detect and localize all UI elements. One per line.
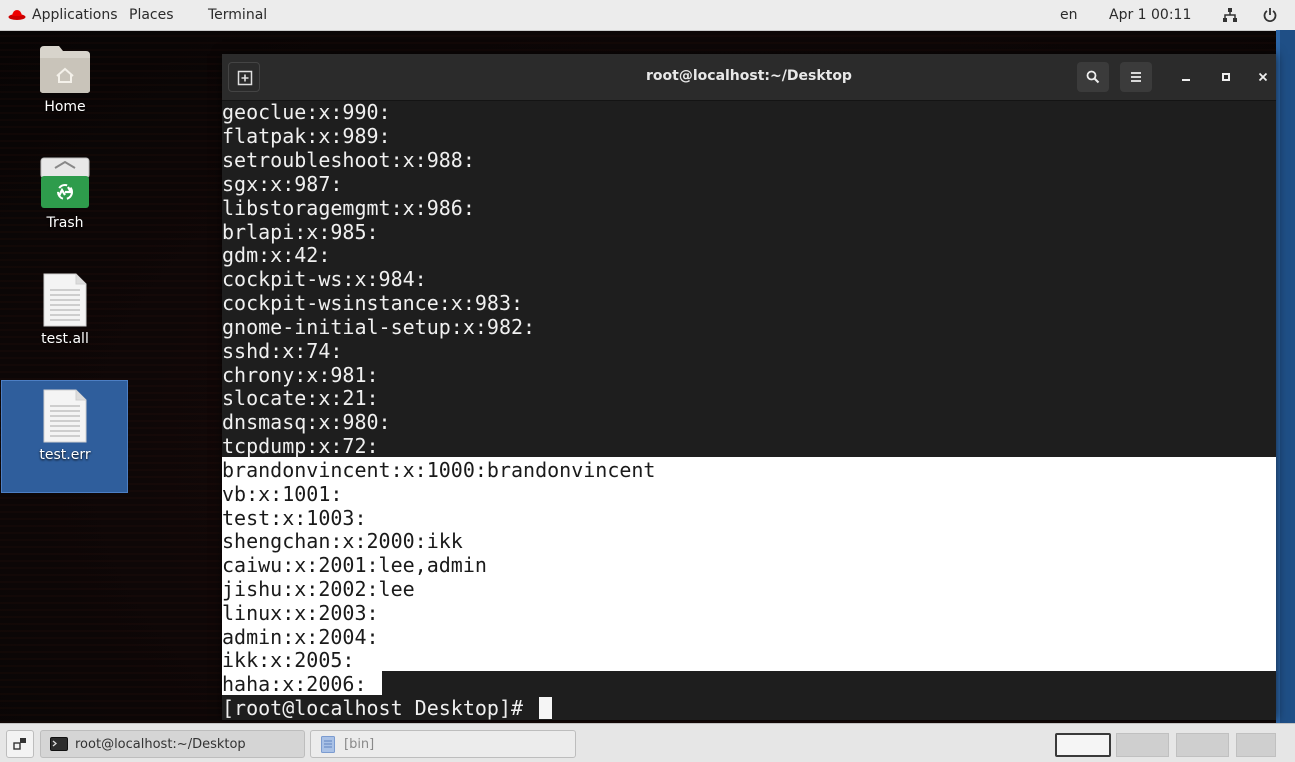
output-line: sgx:x:987: <box>222 172 343 196</box>
network-icon[interactable] <box>1222 7 1238 23</box>
workspace-1[interactable] <box>1055 733 1111 757</box>
output-line: cockpit-wsinstance:x:983: <box>222 291 524 315</box>
background-window-edge <box>1276 30 1295 723</box>
output-line: libstoragemgmt:x:986: <box>222 196 475 220</box>
output-line: dnsmasq:x:980: <box>222 410 391 434</box>
desktop-icon-trash[interactable]: Trash <box>1 153 129 243</box>
output-line: gnome-initial-setup:x:982: <box>222 315 536 339</box>
shell-prompt: [root@localhost Desktop]# <box>222 696 536 720</box>
output-line: slocate:x:21: <box>222 386 379 410</box>
taskbar-item-bin[interactable]: [bin] <box>310 730 576 758</box>
desktop-icon-test-all[interactable]: test.all <box>1 270 129 360</box>
menu-button[interactable] <box>1120 62 1152 92</box>
power-icon[interactable] <box>1263 7 1277 23</box>
terminal-output[interactable]: geoclue:x:990: flatpak:x:989: setroubles… <box>222 100 1276 720</box>
hamburger-menu-icon <box>1131 72 1141 82</box>
places-menu[interactable]: Places <box>129 7 174 23</box>
desktop-icon-test-err[interactable]: test.err <box>1 386 129 476</box>
minimize-button[interactable] <box>1172 62 1200 92</box>
output-line-selected: ikk:x:2005: <box>222 648 355 672</box>
workspace-4[interactable] <box>1236 733 1276 757</box>
output-line: sshd:x:74: <box>222 339 343 363</box>
output-line-selected: jishu:x:2002:lee <box>222 577 415 601</box>
minimize-icon <box>1182 79 1190 81</box>
language-indicator[interactable]: en <box>1060 7 1078 23</box>
output-line: flatpak:x:989: <box>222 124 391 148</box>
terminal-app-icon <box>50 737 68 751</box>
output-line: chrony:x:981: <box>222 363 379 387</box>
output-line: geoclue:x:990: <box>222 100 391 124</box>
desktop-icon-home[interactable]: Home <box>1 40 129 130</box>
top-panel: Applications Places Terminal en Apr 1 00… <box>0 0 1295 31</box>
search-icon <box>1086 70 1100 84</box>
text-cursor <box>539 697 553 719</box>
output-line: setroubleshoot:x:988: <box>222 148 475 172</box>
folder-home-icon <box>40 46 90 93</box>
output-line: cockpit-ws:x:984: <box>222 267 427 291</box>
output-line-selected: brandonvincent:x:1000:brandonvincent <box>222 458 656 482</box>
show-desktop-button[interactable] <box>6 730 34 758</box>
output-line-selected: shengchan:x:2000:ikk <box>222 529 463 553</box>
text-file-icon <box>43 389 87 443</box>
terminal-app-menu[interactable]: Terminal <box>208 7 267 23</box>
output-line-selected: admin:x:2004: <box>222 625 379 649</box>
clock[interactable]: Apr 1 00:11 <box>1109 7 1191 23</box>
output-line: brlapi:x:985: <box>222 220 379 244</box>
text-document-icon <box>321 736 335 753</box>
desktop-icon-label: test.err <box>39 447 91 463</box>
output-line-selected: caiwu:x:2001:lee,admin <box>222 553 487 577</box>
text-file-icon <box>43 273 87 327</box>
output-line-selected: haha:x:2006: <box>222 672 367 696</box>
output-line-selected: linux:x:2003: <box>222 601 379 625</box>
workspace-3[interactable] <box>1176 733 1229 757</box>
output-line-selected: vb:x:1001: <box>222 482 343 506</box>
trash-icon <box>40 157 90 208</box>
redhat-logo-icon <box>8 10 26 20</box>
workspace-2[interactable] <box>1116 733 1169 757</box>
terminal-window[interactable]: root@localhost:~/Desktop geoclue:x:990: … <box>222 54 1276 720</box>
output-line-selected: test:x:1003: <box>222 506 367 530</box>
maximize-icon <box>1222 73 1230 81</box>
output-line: gdm:x:42: <box>222 243 331 267</box>
window-title: root@localhost:~/Desktop <box>646 68 852 84</box>
desktop-icon-label: Home <box>44 99 86 115</box>
desktop-icon-label: Trash <box>46 215 84 231</box>
workspace-switch-icon <box>13 738 26 750</box>
taskbar-item-terminal[interactable]: root@localhost:~/Desktop <box>40 730 305 758</box>
terminal-headerbar[interactable]: root@localhost:~/Desktop <box>222 54 1276 101</box>
output-line: tcpdump:x:72: <box>222 434 379 458</box>
maximize-button[interactable] <box>1212 62 1240 92</box>
desktop-icon-label: test.all <box>41 331 89 347</box>
shell-prompt-line[interactable]: [root@localhost Desktop]# <box>222 696 553 720</box>
taskbar-item-label: [bin] <box>344 737 375 752</box>
window-list-bar: root@localhost:~/Desktop [bin] <box>0 723 1295 762</box>
applications-menu[interactable]: Applications <box>32 7 118 23</box>
close-icon <box>1258 72 1268 82</box>
taskbar-item-label: root@localhost:~/Desktop <box>75 737 246 752</box>
close-button[interactable] <box>1250 62 1278 92</box>
search-button[interactable] <box>1077 62 1109 92</box>
